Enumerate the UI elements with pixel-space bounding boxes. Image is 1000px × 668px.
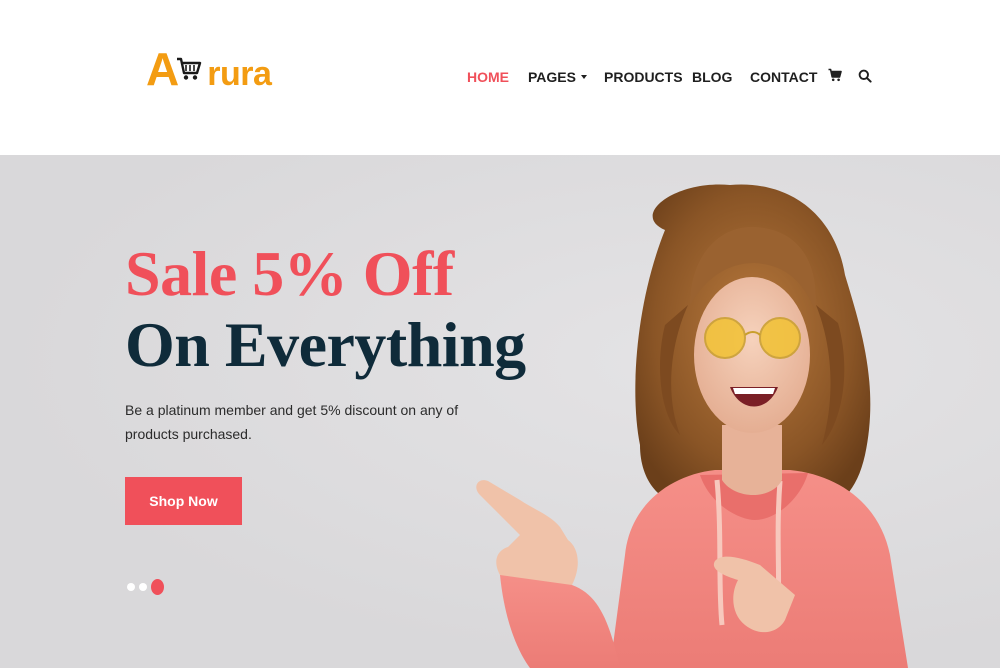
nav-pages-label: PAGES (528, 69, 576, 85)
logo-text: rura (207, 55, 272, 93)
hero-description: Be a platinum member and get 5% discount… (125, 402, 459, 442)
caret-down-icon (580, 75, 587, 79)
nav-pages[interactable]: PAGES (528, 69, 587, 85)
hero-model-image (476, 184, 908, 668)
slider-pagination (127, 579, 164, 595)
brand-logo[interactable]: A rura (146, 32, 272, 95)
nav-blog[interactable]: BLOG (692, 69, 732, 85)
nav-home[interactable]: HOME (467, 69, 509, 85)
nav-contact[interactable]: CONTACT (750, 69, 817, 85)
nav-products[interactable]: PRODUCTS (604, 69, 683, 85)
hero-headline-main: On Everything (125, 309, 526, 380)
search-icon[interactable] (858, 69, 872, 83)
slider-dot-3[interactable] (151, 579, 164, 595)
logo-cart-icon (177, 57, 202, 80)
site-header: A rura HOME PAGES PRODUCTS BLOG CONTACT (0, 0, 1000, 155)
hero-headline-sale: Sale 5% Off (125, 238, 454, 309)
logo-letter: A (146, 43, 180, 95)
cart-icon[interactable] (828, 68, 842, 82)
slider-dot-1[interactable] (127, 583, 135, 591)
slider-dot-2[interactable] (139, 583, 147, 591)
shop-now-button[interactable]: Shop Now (125, 477, 242, 525)
hero-banner: Sale 5% Off On Everything Be a platinum … (0, 155, 1000, 668)
